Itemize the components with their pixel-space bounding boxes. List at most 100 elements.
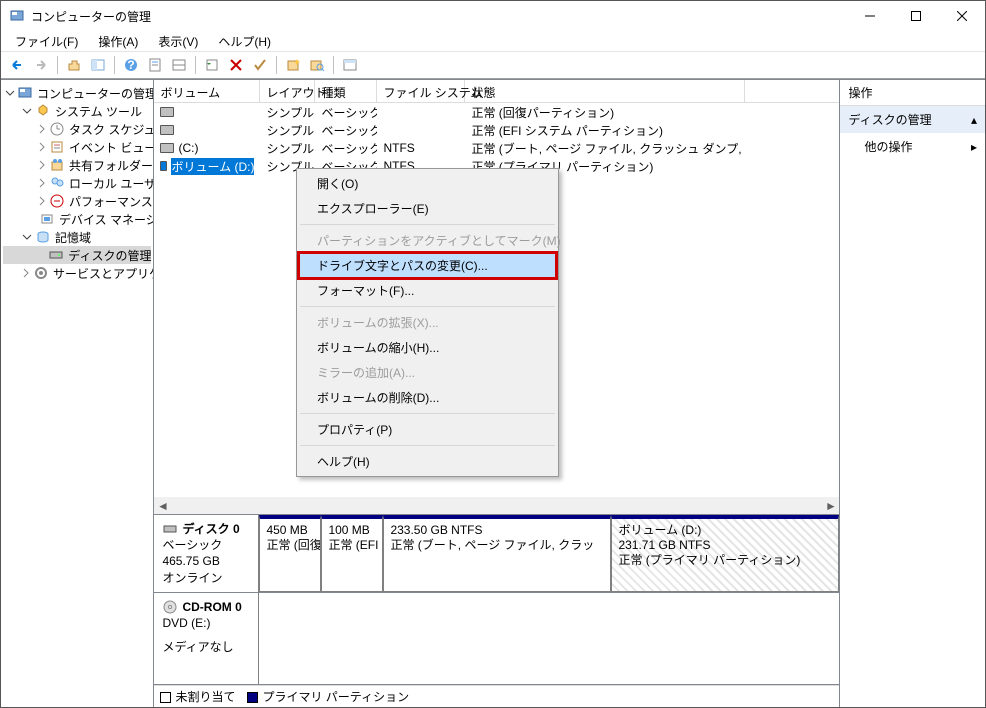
menu-item[interactable]: ドライブ文字とパスの変更(C)... xyxy=(299,253,556,278)
twister-expanded-icon[interactable] xyxy=(21,105,33,117)
tree-item[interactable]: タスク スケジューラ xyxy=(3,120,151,138)
tree-node-icon xyxy=(35,103,51,119)
menu-item: パーティションをアクティブとしてマーク(M) xyxy=(299,228,556,253)
column-header[interactable]: ファイル システム xyxy=(377,80,465,102)
menu-item[interactable]: フォーマット(F)... xyxy=(299,278,556,303)
partition[interactable]: ボリューム (D:) 231.71 GB NTFS 正常 (プライマリ パーティ… xyxy=(611,515,839,592)
disk-status: メディアなし xyxy=(162,639,250,655)
disk-info: ディスク 0 ベーシック 465.75 GBオンライン xyxy=(154,515,259,592)
volume-fs: NTFS xyxy=(377,141,465,155)
volume-row[interactable]: シンプルベーシック正常 (回復パーティション) xyxy=(154,103,839,121)
toolbar-separator xyxy=(195,56,196,74)
tree-item[interactable]: 共有フォルダー xyxy=(3,156,151,174)
show-hide-tree-button[interactable] xyxy=(87,54,109,76)
twister-collapsed-icon[interactable] xyxy=(37,195,47,207)
tree-item[interactable]: パフォーマンス xyxy=(3,192,151,210)
partition[interactable]: 450 MB 正常 (回復パ- xyxy=(259,515,321,592)
context-menu[interactable]: 開く(O)エクスプローラー(E) パーティションをアクティブとしてマーク(M)ドラ… xyxy=(296,168,559,477)
refresh-button[interactable] xyxy=(201,54,223,76)
delete-button[interactable] xyxy=(225,54,247,76)
back-button[interactable] xyxy=(6,54,28,76)
legend-primary-label: プライマリ パーティション xyxy=(262,690,409,704)
forward-button[interactable] xyxy=(30,54,52,76)
tree-item[interactable]: サービスとアプリケーション xyxy=(3,264,151,282)
column-header[interactable]: 種類 xyxy=(315,80,377,102)
twister-collapsed-icon[interactable] xyxy=(37,159,47,171)
volume-table[interactable]: シンプルベーシック正常 (回復パーティション)シンプルベーシック正常 (EFI … xyxy=(154,103,839,175)
twister-collapsed-icon[interactable] xyxy=(37,177,47,189)
twister-collapsed-icon[interactable] xyxy=(37,123,47,135)
tree-node-icon xyxy=(39,211,55,227)
menu-item: ボリュームの拡張(X)... xyxy=(299,310,556,335)
window-title: コンピューターの管理 xyxy=(31,8,847,25)
menu-file[interactable]: ファイル(F) xyxy=(7,31,86,51)
volume-table-header[interactable]: ボリュームレイアウト種類ファイル システム状態 xyxy=(154,80,839,103)
help-button[interactable]: ? xyxy=(120,54,142,76)
actions-item-label: 他の操作 xyxy=(864,138,912,155)
layout-button[interactable] xyxy=(168,54,190,76)
tree-node-icon xyxy=(17,85,33,101)
volume-status: 正常 (ブート, ページ ファイル, クラッシュ ダンプ, プライマリ パーティ… xyxy=(465,140,745,157)
partition-size: 231.71 GB NTFS xyxy=(618,538,832,553)
actions-item-more[interactable]: 他の操作 ▸ xyxy=(840,133,985,160)
actions-header: 操作 xyxy=(840,80,985,105)
toolbar-separator xyxy=(57,56,58,74)
tree-item-label: 共有フォルダー xyxy=(69,157,153,174)
menu-item[interactable]: ボリュームの削除(D)... xyxy=(299,385,556,410)
partition-status: 正常 (EFI xyxy=(328,538,376,553)
app-icon xyxy=(9,8,25,24)
column-header[interactable]: レイアウト xyxy=(260,80,315,102)
tree-item-label: コンピューターの管理 (ローカル) xyxy=(37,85,154,102)
new-button[interactable] xyxy=(282,54,304,76)
tree-item[interactable]: ディスクの管理 xyxy=(3,246,151,264)
horizontal-scrollbar[interactable]: ◄ ► xyxy=(154,497,839,514)
twister-collapsed-icon[interactable] xyxy=(37,141,47,153)
menu-item[interactable]: 開く(O) xyxy=(299,171,556,196)
volume-row[interactable]: (C:)シンプルベーシックNTFS正常 (ブート, ページ ファイル, クラッシ… xyxy=(154,139,839,157)
settings-button[interactable] xyxy=(339,54,361,76)
tree-item[interactable]: コンピューターの管理 (ローカル) xyxy=(3,84,151,102)
menu-separator xyxy=(300,306,555,307)
menu-item[interactable]: エクスプローラー(E) xyxy=(299,196,556,221)
volume-row[interactable]: シンプルベーシック正常 (EFI システム パーティション) xyxy=(154,121,839,139)
menu-item[interactable]: プロパティ(P) xyxy=(299,417,556,442)
tree-item[interactable]: 記憶域 xyxy=(3,228,151,246)
twister-expanded-icon[interactable] xyxy=(5,87,15,99)
column-header[interactable]: ボリューム xyxy=(154,80,260,102)
partition[interactable]: 233.50 GB NTFS 正常 (ブート, ページ ファイル, クラッ xyxy=(383,515,611,592)
twister-collapsed-icon[interactable] xyxy=(21,267,31,279)
menu-view[interactable]: 表示(V) xyxy=(150,31,206,51)
twister-expanded-icon[interactable] xyxy=(21,231,33,243)
properties-button[interactable] xyxy=(144,54,166,76)
column-header[interactable]: 状態 xyxy=(465,80,745,102)
search-button[interactable] xyxy=(306,54,328,76)
actions-section[interactable]: ディスクの管理 ▴ xyxy=(840,105,985,133)
scroll-track[interactable] xyxy=(171,497,822,514)
scroll-left-button[interactable]: ◄ xyxy=(154,497,171,514)
disk-row: CD-ROM 0 DVD (E:) メディアなし xyxy=(154,593,839,685)
scroll-right-button[interactable]: ► xyxy=(822,497,839,514)
legend-unallocated-label: 未割り当て xyxy=(175,690,235,704)
tree-item[interactable]: イベント ビューアー xyxy=(3,138,151,156)
menu-item[interactable]: ボリュームの縮小(H)... xyxy=(299,335,556,360)
tree-item[interactable]: ローカル ユーザーとグループ xyxy=(3,174,151,192)
tree-item[interactable]: デバイス マネージャー xyxy=(3,210,151,228)
menu-action[interactable]: 操作(A) xyxy=(90,31,146,51)
partition[interactable]: 100 MB 正常 (EFI xyxy=(321,515,383,592)
up-button[interactable] xyxy=(63,54,85,76)
tree-item[interactable]: システム ツール xyxy=(3,102,151,120)
close-button[interactable] xyxy=(939,1,985,31)
toolbar-separator xyxy=(333,56,334,74)
navigation-tree[interactable]: コンピューターの管理 (ローカル)システム ツールタスク スケジューライベント … xyxy=(1,80,154,707)
disk-partitions: 450 MB 正常 (回復パ- 100 MB 正常 (EFI 233.50 GB… xyxy=(259,515,839,592)
minimize-button[interactable] xyxy=(847,1,893,31)
svg-text:?: ? xyxy=(127,58,134,72)
menu-help[interactable]: ヘルプ(H) xyxy=(210,31,279,51)
tree-item-label: サービスとアプリケーション xyxy=(53,265,154,282)
menu-item[interactable]: ヘルプ(H) xyxy=(299,449,556,474)
maximize-button[interactable] xyxy=(893,1,939,31)
check-button[interactable] xyxy=(249,54,271,76)
tree-item-label: ローカル ユーザーとグループ xyxy=(69,175,154,192)
disk-panel: ディスク 0 ベーシック 465.75 GBオンライン 450 MB 正常 (回… xyxy=(154,514,839,685)
volume-layout: シンプル xyxy=(260,140,315,157)
